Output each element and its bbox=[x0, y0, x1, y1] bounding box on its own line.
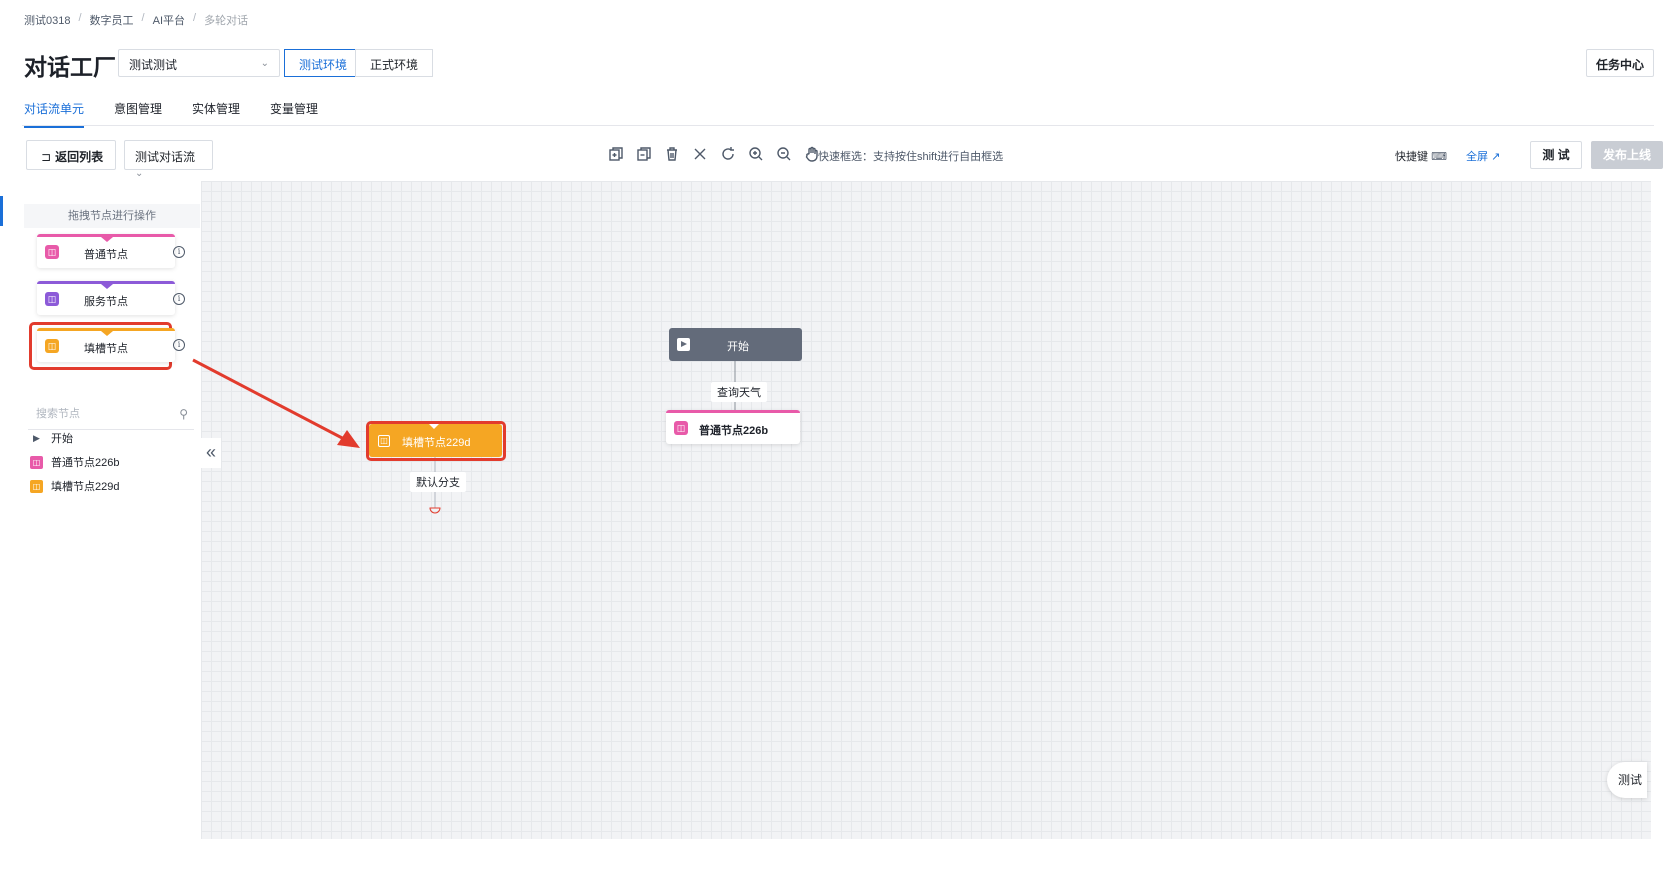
node-notch bbox=[429, 424, 439, 429]
play-icon bbox=[677, 338, 690, 351]
annotation-arrowhead bbox=[337, 430, 360, 448]
annotation-arrow bbox=[192, 358, 347, 442]
start-node[interactable]: 开始 bbox=[669, 328, 802, 361]
floating-test-button[interactable]: 测试 bbox=[1607, 762, 1647, 798]
edge-endpoint-icon[interactable] bbox=[429, 507, 441, 514]
robot-icon: ◫ bbox=[674, 421, 688, 435]
edge-label-start[interactable]: 查询天气 bbox=[711, 382, 767, 402]
start-node-label: 开始 bbox=[727, 341, 749, 353]
slot-node-label: 填槽节点229d bbox=[402, 437, 471, 449]
normal-node-226b[interactable]: ◫ 普通节点226b bbox=[666, 410, 800, 444]
edge-label-default[interactable]: 默认分支 bbox=[410, 472, 466, 492]
slot-icon: ◫ bbox=[378, 435, 390, 447]
slot-node-229d[interactable]: ◫ 填槽节点229d bbox=[369, 424, 502, 457]
canvas-connectors bbox=[192, 358, 736, 514]
normal-node-label: 普通节点226b bbox=[699, 425, 769, 437]
